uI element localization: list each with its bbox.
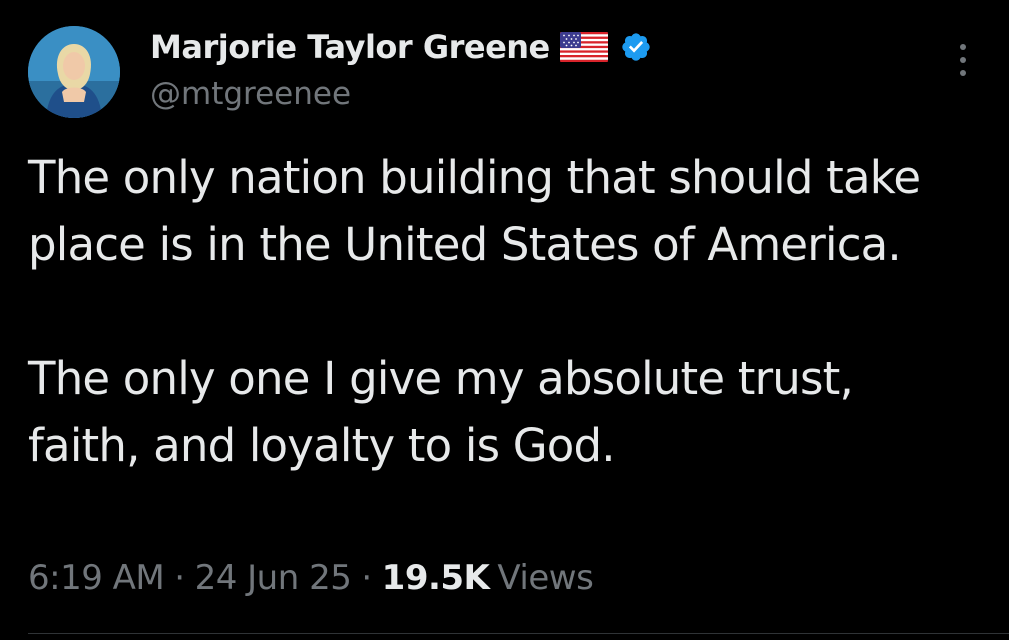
us-flag-icon — [559, 32, 608, 62]
avatar[interactable] — [28, 26, 120, 118]
author-name-row: Marjorie Taylor Greene — [150, 25, 652, 69]
tweet-paragraph: The only nation building that should tak… — [28, 151, 921, 271]
views-label: Views — [497, 558, 594, 598]
tweet-card: Marjorie Taylor Greene @mtgreenee The on… — [0, 0, 1009, 640]
verified-badge-icon[interactable] — [620, 31, 652, 63]
views-count[interactable]: 19.5K — [382, 558, 490, 598]
more-dot-icon — [960, 44, 966, 50]
more-dot-icon — [960, 70, 966, 76]
tweet-text: The only nation building that should tak… — [28, 144, 978, 479]
more-dot-icon — [960, 57, 966, 63]
author-display-name[interactable]: Marjorie Taylor Greene — [150, 28, 550, 66]
tweet-time[interactable]: 6:19 AM — [28, 558, 165, 598]
author-handle[interactable]: @mtgreenee — [150, 76, 351, 112]
more-options-button[interactable] — [950, 42, 976, 78]
meta-separator: · — [361, 558, 372, 598]
tweet-paragraph: The only one I give my absolute trust, f… — [28, 352, 854, 472]
meta-separator: · — [174, 558, 185, 598]
tweet-date[interactable]: 24 Jun 25 — [195, 558, 352, 598]
tweet-meta: 6:19 AM · 24 Jun 25 · 19.5K Views — [28, 558, 594, 598]
divider — [28, 633, 1009, 634]
